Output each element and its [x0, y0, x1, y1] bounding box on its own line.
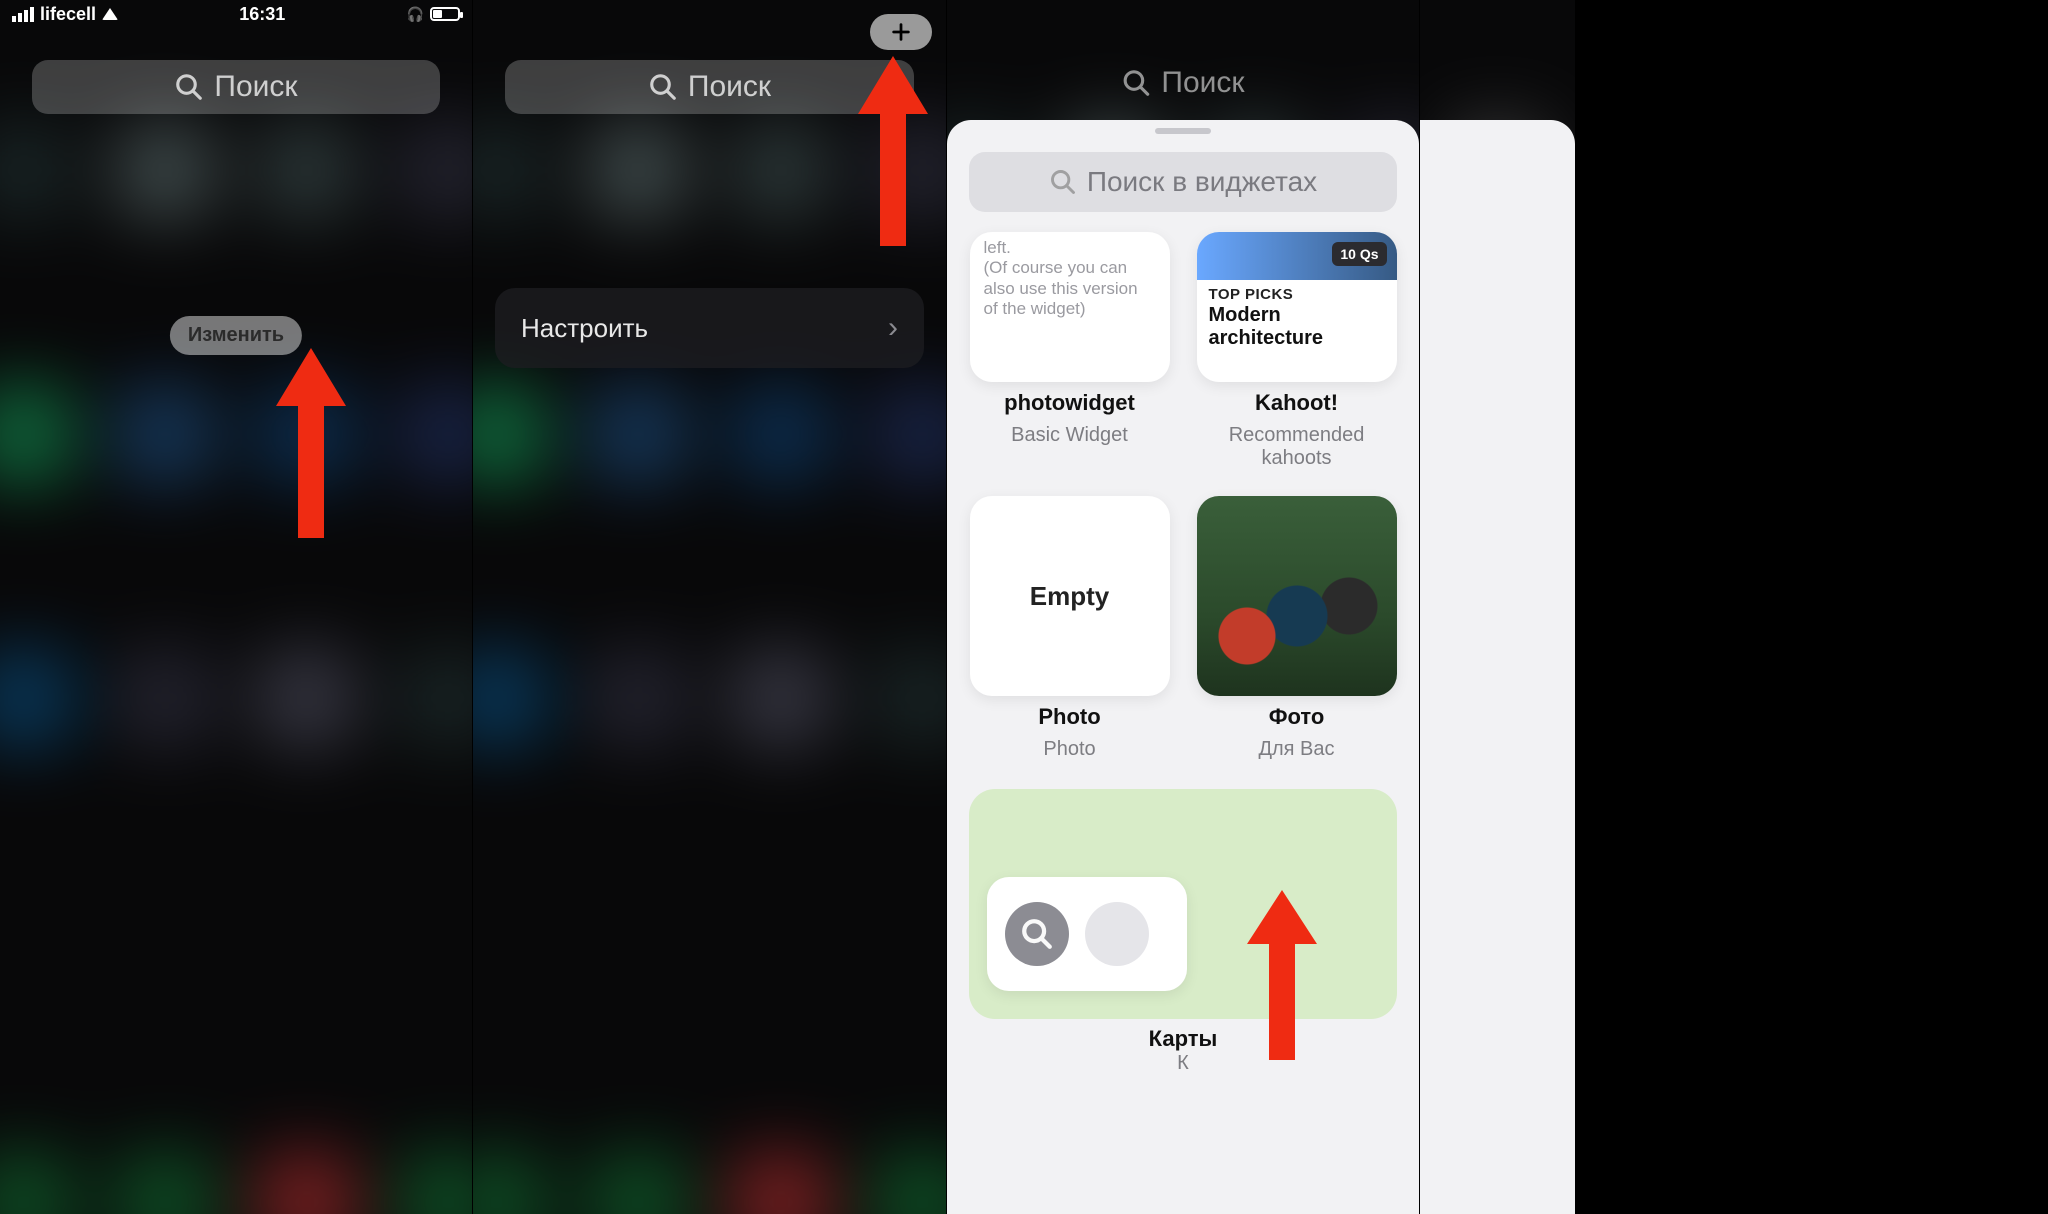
widget-cell-kahoot[interactable]: 10 Qs TOP PICKS Modern architecture Kaho…	[1196, 232, 1397, 470]
screen-1-today-view: lifecell 16:31 🎧 Поиск Изменить	[0, 0, 473, 1214]
edit-button[interactable]: Изменить	[170, 316, 302, 355]
search-field[interactable]: Поиск	[505, 60, 914, 114]
widget-cell-photowidget[interactable]: left. (Of course you can also use this v…	[969, 232, 1170, 470]
search-field-behind: Поиск	[1121, 66, 1244, 100]
widget-title: Карты	[947, 1026, 1419, 1052]
configure-label: Настроить	[521, 313, 648, 344]
widget-search-field[interactable]: Поиск в виджетах	[969, 152, 1397, 212]
chevron-right-icon: ›	[888, 311, 898, 345]
widget-subtitle: К	[947, 1052, 1419, 1075]
sheet-grabber[interactable]	[1155, 128, 1211, 134]
widget-grid: left. (Of course you can also use this v…	[969, 232, 1397, 761]
carrier-label: lifecell	[40, 4, 96, 25]
widget-title: Фото	[1269, 704, 1325, 730]
screen-3-overflow	[1420, 0, 1576, 1214]
search-icon	[1049, 168, 1077, 196]
widget-title: Kahoot!	[1255, 390, 1338, 416]
photo-empty-label: Empty	[1030, 581, 1109, 612]
photos-thumbnail	[1197, 496, 1397, 696]
signal-bars-icon	[12, 7, 34, 22]
kahoot-badge: 10 Qs	[1332, 242, 1386, 266]
maps-preview	[987, 877, 1187, 991]
widget-cell-photo[interactable]: Empty Photo Photo	[969, 496, 1170, 761]
kahoot-toppicks: TOP PICKS	[1209, 286, 1385, 303]
clock: 16:31	[239, 4, 285, 25]
search-icon	[648, 72, 678, 102]
widget-title: Photo	[1038, 704, 1100, 730]
widget-subtitle: Basic Widget	[1011, 424, 1128, 447]
maps-blank-icon	[1085, 902, 1149, 966]
search-icon	[1121, 68, 1151, 98]
wifi-icon	[102, 8, 118, 20]
widget-title: photowidget	[1004, 390, 1135, 416]
widget-cell-photos-ru[interactable]: Фото Для Вас	[1196, 496, 1397, 761]
widget-search-placeholder: Поиск в виджетах	[1087, 166, 1317, 198]
battery-icon	[430, 7, 460, 21]
add-widget-button[interactable]	[870, 14, 932, 50]
search-icon	[174, 72, 204, 102]
widget-subtitle: Для Вас	[1258, 738, 1334, 761]
widget-gallery-sheet[interactable]: Поиск в виджетах left. (Of course you ca…	[947, 120, 1419, 1214]
screen-2-edit-mode: Поиск Настроить ›	[473, 0, 947, 1214]
headphones-icon: 🎧	[407, 6, 424, 23]
widget-cell-maps[interactable]	[969, 789, 1397, 1019]
widget-subtitle: Recommended kahoots	[1196, 424, 1397, 470]
maps-search-icon	[1005, 902, 1069, 966]
plus-icon	[890, 21, 912, 43]
status-bar: lifecell 16:31 🎧	[0, 0, 472, 28]
screen-3-widget-gallery: Поиск Поиск в виджетах left. (Of course …	[947, 0, 1420, 1214]
search-field[interactable]: Поиск	[32, 60, 440, 114]
widget-subtitle: Photo	[1043, 738, 1095, 761]
search-placeholder: Поиск	[688, 70, 771, 104]
configure-row[interactable]: Настроить ›	[495, 288, 924, 368]
search-placeholder: Поиск	[214, 70, 297, 104]
photowidget-snippet: left. (Of course you can also use this v…	[984, 238, 1156, 320]
